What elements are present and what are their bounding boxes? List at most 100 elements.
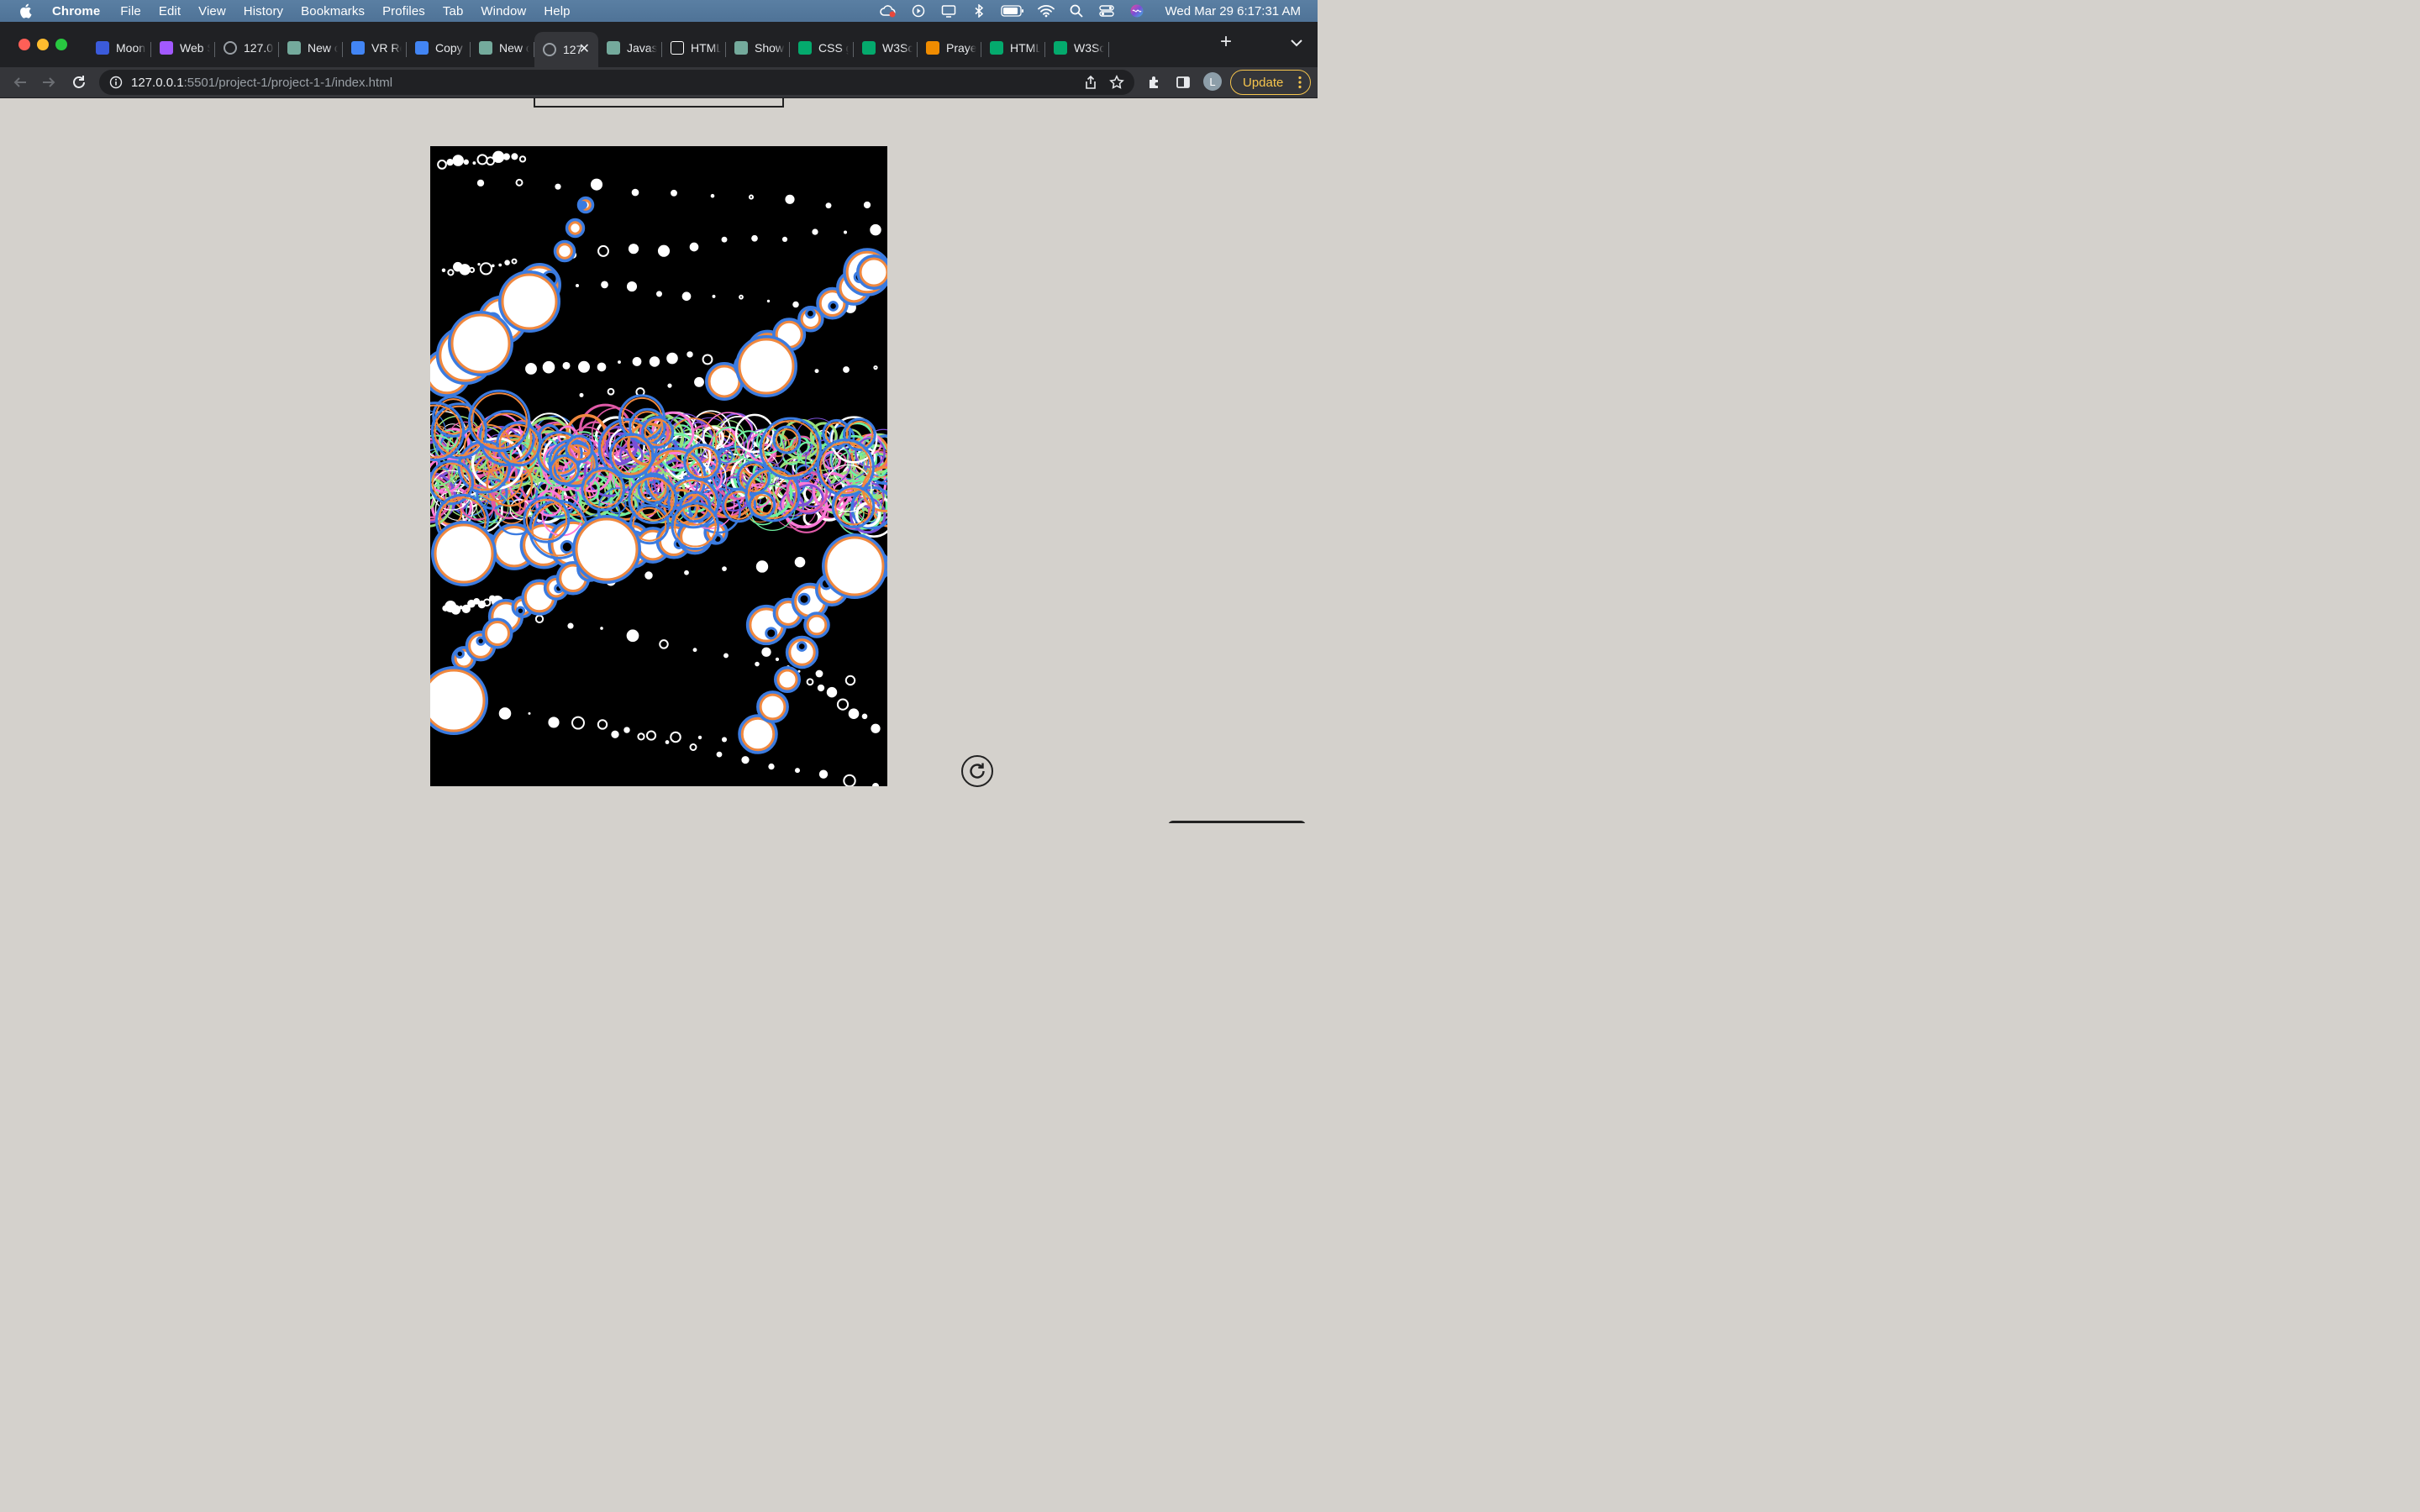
menu-file[interactable]: File xyxy=(120,4,141,18)
menu-profiles[interactable]: Profiles xyxy=(382,4,425,18)
art-dot xyxy=(502,153,510,160)
tab-11[interactable]: CSS g xyxy=(790,32,854,64)
regenerate-button[interactable] xyxy=(961,755,993,787)
battery-icon[interactable] xyxy=(1000,4,1024,18)
art-dot xyxy=(600,627,603,630)
address-bar[interactable]: 127.0.0.1:5501/project-1/project-1-1/ind… xyxy=(99,70,1134,95)
extensions-puzzle-icon[interactable] xyxy=(1146,74,1163,91)
tab-title: 127.0.0 xyxy=(244,41,274,55)
menu-window[interactable]: Window xyxy=(481,4,526,18)
art-dot xyxy=(618,360,621,364)
menu-app-name[interactable]: Chrome xyxy=(52,4,100,18)
zoom-window-button[interactable] xyxy=(55,39,67,50)
creative-cloud-icon[interactable] xyxy=(879,4,897,18)
tab-8[interactable]: Javasc xyxy=(598,32,662,64)
page-viewport xyxy=(0,98,1318,823)
art-dot xyxy=(806,678,814,686)
art-dot xyxy=(452,155,464,166)
art-dot xyxy=(843,774,856,786)
minimize-window-button[interactable] xyxy=(37,39,49,50)
art-dot xyxy=(534,614,544,624)
close-tab-icon[interactable]: ✕ xyxy=(579,40,590,57)
menu-bookmarks[interactable]: Bookmarks xyxy=(301,4,365,18)
control-center-icon[interactable] xyxy=(1098,4,1115,18)
play-circle-icon[interactable] xyxy=(910,4,927,18)
menu-edit[interactable]: Edit xyxy=(159,4,181,18)
art-dot xyxy=(637,732,645,741)
bluetooth-icon[interactable] xyxy=(971,4,987,18)
profile-avatar[interactable]: L xyxy=(1203,72,1222,91)
tab-9[interactable]: HTML/ xyxy=(662,32,726,64)
bookmark-star-icon[interactable] xyxy=(1109,75,1124,94)
tab-search-icon[interactable] xyxy=(1289,37,1304,49)
tab-5[interactable]: Copy c xyxy=(407,32,471,64)
tab-title: VR Ref xyxy=(371,41,402,55)
display-icon[interactable] xyxy=(940,4,957,18)
art-dot xyxy=(739,294,744,300)
menu-view[interactable]: View xyxy=(198,4,226,18)
art-ring xyxy=(828,301,839,312)
art-dot xyxy=(459,264,471,276)
tab-title: Javasc xyxy=(627,41,657,55)
art-dot xyxy=(528,711,531,715)
art-dot xyxy=(476,179,485,187)
tab-0[interactable]: Moon xyxy=(87,32,151,64)
art-dot xyxy=(812,228,818,235)
url-text[interactable]: 127.0.0.1:5501/project-1/project-1-1/ind… xyxy=(131,76,392,90)
tab-1[interactable]: Web S xyxy=(151,32,215,64)
side-panel-icon[interactable] xyxy=(1175,74,1192,91)
tab-title: HTML/ xyxy=(691,41,721,55)
art-dot xyxy=(863,201,871,209)
tab-10[interactable]: Show xyxy=(726,32,790,64)
generative-art-canvas[interactable] xyxy=(430,146,887,786)
forward-arrow-icon[interactable] xyxy=(40,74,57,91)
update-button[interactable]: Update xyxy=(1230,70,1311,95)
spotlight-search-icon[interactable] xyxy=(1068,4,1085,18)
tab-2[interactable]: 127.0.0 xyxy=(215,32,279,64)
tab-7[interactable]: 127 ✕ xyxy=(534,32,598,67)
chatgpt-icon xyxy=(479,41,492,55)
art-dot xyxy=(755,560,769,573)
art-ring xyxy=(450,313,511,374)
art-ring xyxy=(759,693,786,721)
tab-6[interactable]: New c xyxy=(471,32,534,64)
menu-clock[interactable]: Wed Mar 29 6:17:31 AM xyxy=(1165,4,1301,18)
art-dot xyxy=(504,260,510,265)
back-arrow-icon[interactable] xyxy=(12,74,29,91)
tab-15[interactable]: W3Sch xyxy=(1045,32,1109,64)
art-dot xyxy=(644,571,653,580)
art-dot xyxy=(447,269,455,276)
share-icon[interactable] xyxy=(1084,75,1097,94)
tab-12[interactable]: W3Sch xyxy=(854,32,918,64)
w3schools-icon xyxy=(990,41,1003,55)
art-dot xyxy=(848,708,860,720)
art-dot xyxy=(871,782,880,786)
reload-icon[interactable] xyxy=(71,74,87,91)
tab-14[interactable]: HTML xyxy=(981,32,1045,64)
menu-history[interactable]: History xyxy=(244,4,283,18)
screenshot-thumbnail-preview[interactable] xyxy=(1168,821,1306,823)
menu-help[interactable]: Help xyxy=(544,4,570,18)
art-dot xyxy=(463,159,470,165)
site-info-icon[interactable] xyxy=(109,76,123,89)
art-dot xyxy=(492,150,505,163)
kebab-menu-icon[interactable] xyxy=(1298,76,1302,92)
tab-strip: Moon Web S 127.0.0 New c VR Ref Copy c New c 12… xyxy=(0,22,1318,67)
top-control-button[interactable] xyxy=(534,98,784,108)
art-dot xyxy=(479,262,492,276)
tab-3[interactable]: New c xyxy=(279,32,343,64)
art-dot xyxy=(716,751,723,758)
art-dot xyxy=(659,639,669,649)
art-dot xyxy=(755,661,760,667)
new-tab-button[interactable]: + xyxy=(1217,32,1235,52)
siri-icon[interactable] xyxy=(1128,4,1145,18)
art-dot xyxy=(450,605,461,615)
tab-4[interactable]: VR Ref xyxy=(343,32,407,64)
close-window-button[interactable] xyxy=(18,39,30,50)
menu-tab[interactable]: Tab xyxy=(443,4,464,18)
art-dot xyxy=(607,387,615,396)
apple-icon[interactable] xyxy=(18,3,35,18)
tab-13[interactable]: Prayer xyxy=(918,32,981,64)
tab-title: Moon xyxy=(116,41,146,55)
wifi-icon[interactable] xyxy=(1037,4,1055,18)
